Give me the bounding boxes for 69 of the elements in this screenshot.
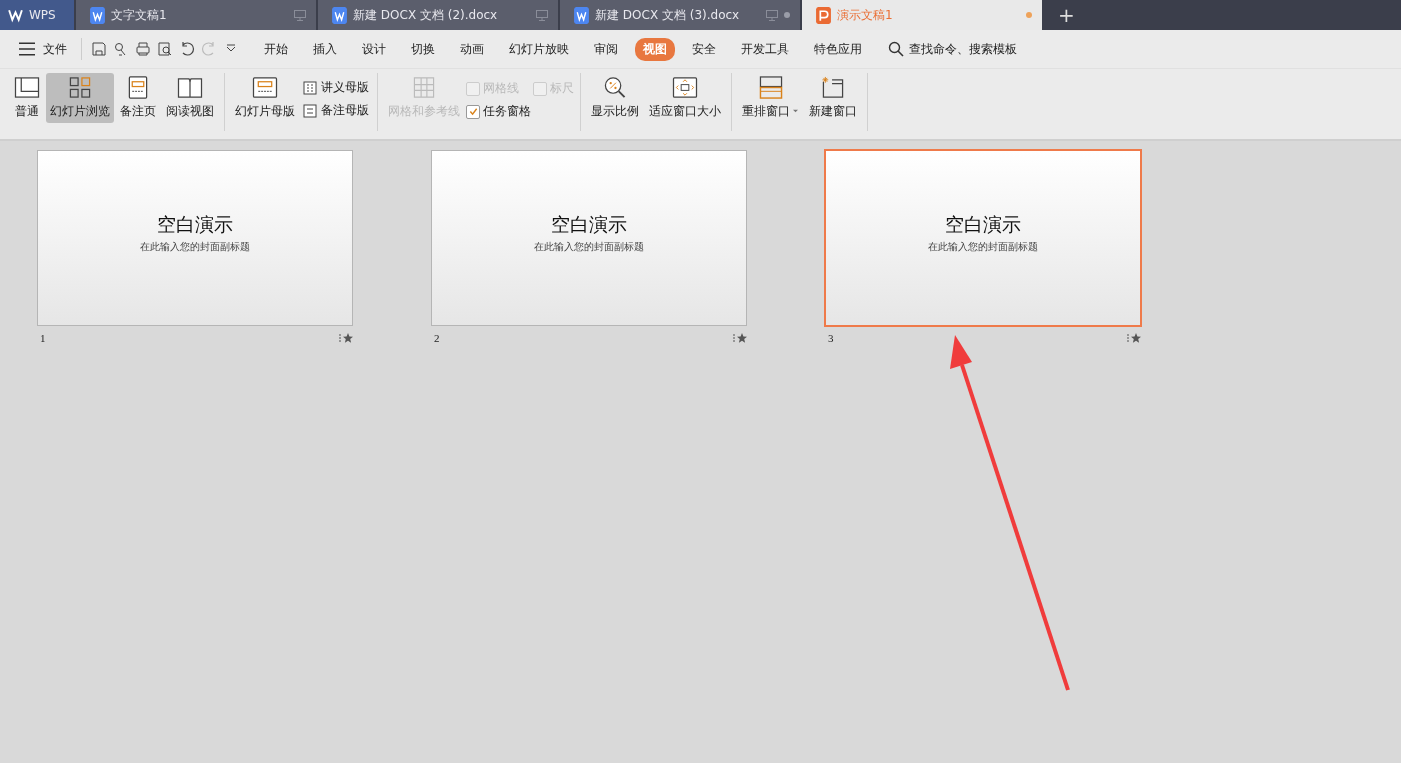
menu-tab[interactable]: 动画 <box>452 37 492 61</box>
slide-thumbnail[interactable]: 空白演示 在此输入您的封面副标题 <box>431 150 747 326</box>
menu-tab[interactable]: 审阅 <box>586 37 626 61</box>
menu-tab[interactable]: 安全 <box>684 37 724 61</box>
slide-subtitle: 在此输入您的封面副标题 <box>140 240 250 254</box>
checkbox[interactable]: 任务窗格 <box>466 103 531 120</box>
ribbon-button[interactable]: 备注页 <box>116 73 160 123</box>
menu-tab[interactable]: 幻灯片放映 <box>501 37 577 61</box>
menu-tab[interactable]: 开始 <box>256 37 296 61</box>
handout-icon <box>303 80 317 95</box>
menu-icon <box>19 41 35 57</box>
ribbon-button[interactable]: 讲义母版 <box>301 78 371 97</box>
ribbon-button[interactable]: 阅读视图 <box>162 73 218 123</box>
slide-thumbnail[interactable]: 空白演示 在此输入您的封面副标题 <box>37 150 353 326</box>
slide-icon <box>252 76 278 99</box>
slide-number: 2 <box>434 332 440 344</box>
tab[interactable]: WPS <box>0 0 74 30</box>
animation-icon <box>339 332 353 344</box>
document-icon <box>574 6 589 24</box>
file-menu[interactable]: 文件 <box>14 40 75 58</box>
tab[interactable]: 新建 DOCX 文档 (3).docx <box>560 0 800 30</box>
search-field[interactable]: 查找命令、搜索模板 <box>909 40 1017 58</box>
slide-title: 空白演示 <box>945 212 1021 237</box>
menu-tab[interactable]: 插入 <box>305 37 345 61</box>
resize-icon <box>672 76 698 99</box>
slide-title: 空白演示 <box>551 212 627 237</box>
document-icon <box>816 6 831 24</box>
slide-subtitle: 在此输入您的封面副标题 <box>928 240 1038 254</box>
windows-icon <box>757 76 784 99</box>
check-icon <box>468 107 478 116</box>
slide-number: 3 <box>828 332 834 344</box>
ribbon-button[interactable]: 幻灯片母版 <box>231 73 299 123</box>
document-icon <box>90 6 105 24</box>
tab[interactable]: 新建 DOCX 文档 (2).docx <box>318 0 558 30</box>
ribbon-button[interactable]: 重排窗口 <box>738 73 803 123</box>
tab[interactable]: 文字文稿1 <box>76 0 316 30</box>
new-tab-button[interactable]: + <box>1044 0 1089 30</box>
ribbon-button[interactable]: 普通 <box>10 73 44 123</box>
menu-tab[interactable]: 开发工具 <box>733 37 797 61</box>
grid-icon <box>67 76 93 99</box>
book-icon <box>177 76 203 99</box>
window-icon <box>820 76 846 99</box>
page-icon <box>303 103 317 118</box>
ribbon-button[interactable]: 新建窗口 <box>805 73 861 123</box>
layout-icon <box>14 76 40 99</box>
ribbon-button[interactable]: 适应窗口大小 <box>645 73 725 123</box>
zoom-icon <box>602 76 628 99</box>
slide-subtitle: 在此输入您的封面副标题 <box>534 240 644 254</box>
grid-icon <box>411 76 437 99</box>
ribbon-button[interactable]: 幻灯片浏览 <box>46 73 114 123</box>
animation-icon <box>1127 332 1141 344</box>
ribbon-button[interactable]: 备注母版 <box>301 101 371 120</box>
save-icon[interactable] <box>91 41 107 57</box>
slide-number: 1 <box>40 332 46 344</box>
undo-icon[interactable] <box>179 41 195 57</box>
slide-title: 空白演示 <box>157 212 233 237</box>
menu-tab[interactable]: 切换 <box>403 37 443 61</box>
monitor-icon <box>536 9 548 21</box>
ribbon-button[interactable]: 显示比例 <box>587 73 643 123</box>
preview-icon[interactable] <box>157 41 173 57</box>
menu-tab[interactable]: 设计 <box>354 37 394 61</box>
monitor-icon <box>294 9 306 21</box>
print-icon[interactable] <box>135 41 151 57</box>
menu-tab[interactable]: 特色应用 <box>806 37 870 61</box>
animation-icon <box>733 332 747 344</box>
search-icon <box>888 41 904 57</box>
slide-thumbnail[interactable]: 空白演示 在此输入您的封面副标题 <box>824 149 1142 327</box>
document-icon <box>332 6 347 24</box>
monitor-icon <box>766 9 778 21</box>
